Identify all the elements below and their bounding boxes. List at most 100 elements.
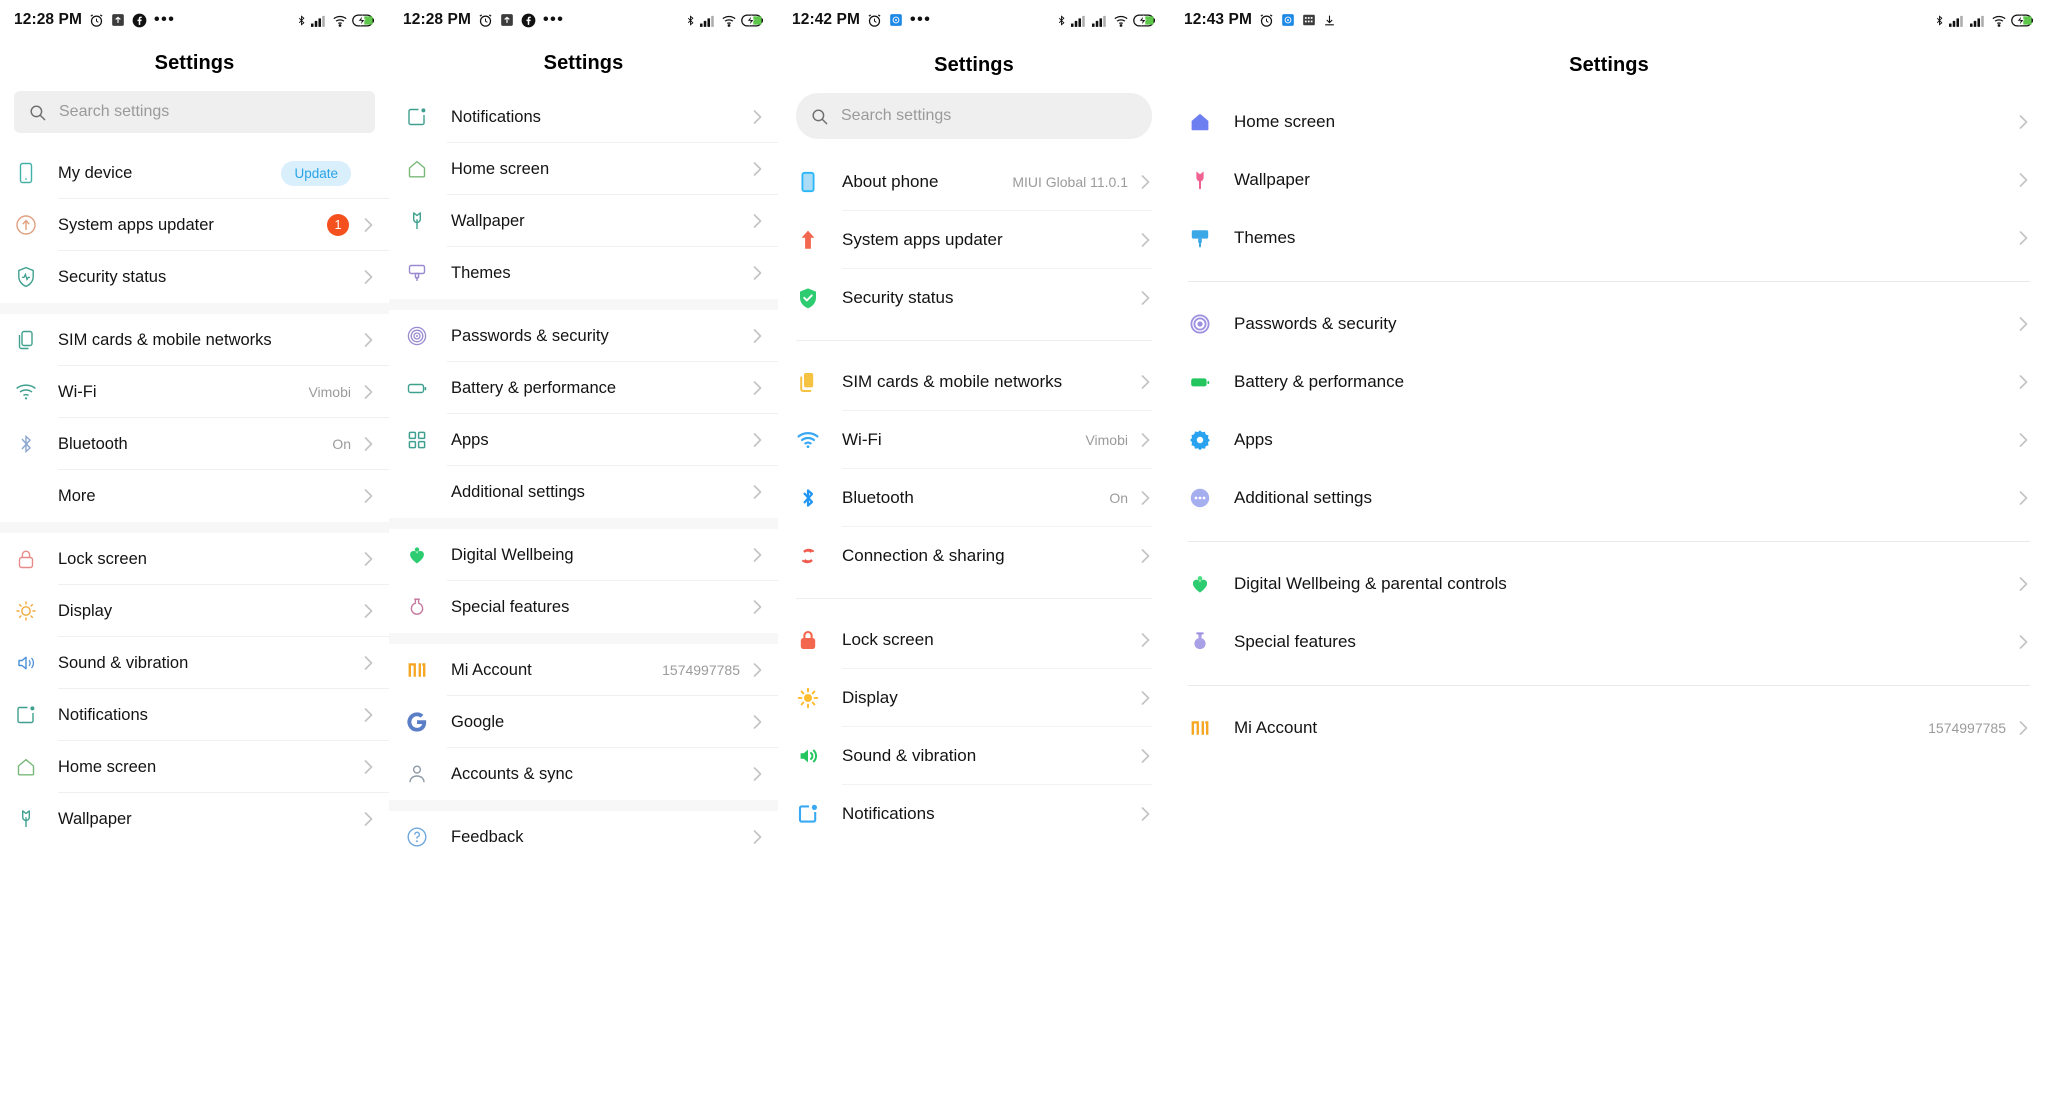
settings-row-apps[interactable]: Apps bbox=[389, 414, 778, 466]
settings-row-display[interactable]: Display bbox=[0, 585, 389, 637]
settings-row-feedback[interactable]: Feedback bbox=[389, 811, 778, 863]
row-label: Notifications bbox=[842, 804, 935, 824]
signal-icon bbox=[1949, 14, 1966, 27]
settings-row-themes[interactable]: Themes bbox=[389, 247, 778, 299]
row-label: Sound & vibration bbox=[842, 746, 977, 766]
settings-row-my-device[interactable]: My device Update bbox=[0, 147, 389, 199]
settings-row-special-features[interactable]: Special features bbox=[1170, 613, 2048, 671]
settings-row-display[interactable]: Display bbox=[778, 669, 1170, 727]
settings-row-wallpaper[interactable]: Wallpaper bbox=[389, 195, 778, 247]
chevron-right-icon bbox=[2016, 171, 2030, 189]
settings-row-digital-wellbeing-parental-controls[interactable]: Digital Wellbeing & parental controls bbox=[1170, 555, 2048, 613]
settings-row-lock-screen[interactable]: Lock screen bbox=[778, 611, 1170, 669]
settings-row-battery-performance[interactable]: Battery & performance bbox=[1170, 353, 2048, 411]
settings-row-accounts-sync[interactable]: Accounts & sync bbox=[389, 748, 778, 800]
lock-red-icon bbox=[796, 628, 842, 652]
settings-row-battery-performance[interactable]: Battery & performance bbox=[389, 362, 778, 414]
settings-row-additional-settings[interactable]: Additional settings bbox=[389, 466, 778, 518]
settings-group: Home screen Wallpaper Themes bbox=[1170, 93, 2048, 267]
settings-group: Passwords & security Battery & performanc… bbox=[1170, 295, 2048, 527]
settings-row-themes[interactable]: Themes bbox=[1170, 209, 2048, 267]
settings-row-about-phone[interactable]: About phone MIUI Global 11.0.1 bbox=[778, 153, 1170, 211]
settings-row-apps[interactable]: Apps bbox=[1170, 411, 2048, 469]
more-dots-icon: ••• bbox=[910, 11, 932, 28]
search-placeholder: Search settings bbox=[841, 107, 952, 124]
status-bar: 12:28 PM ••• bbox=[389, 0, 778, 40]
settings-row-digital-wellbeing[interactable]: Digital Wellbeing bbox=[389, 529, 778, 581]
account-person-icon bbox=[405, 762, 451, 786]
status-right bbox=[1934, 13, 2034, 28]
settings-row-connection-sharing[interactable]: Connection & sharing bbox=[778, 527, 1170, 585]
status-left: 12:28 PM ••• bbox=[14, 11, 296, 29]
settings-row-wallpaper[interactable]: Wallpaper bbox=[1170, 151, 2048, 209]
settings-row-mi-account[interactable]: Mi Account 1574997785 bbox=[1170, 699, 2048, 757]
row-label: Additional settings bbox=[451, 482, 585, 501]
search-input[interactable]: Search settings bbox=[796, 93, 1152, 139]
settings-row-lock-screen[interactable]: Lock screen bbox=[0, 533, 389, 585]
settings-row-notifications[interactable]: Notifications bbox=[0, 689, 389, 741]
search-input[interactable]: Search settings bbox=[14, 91, 375, 133]
settings-row-bluetooth[interactable]: Bluetooth On bbox=[778, 469, 1170, 527]
row-label: Wallpaper bbox=[58, 809, 132, 828]
group-separator bbox=[1170, 671, 2048, 699]
mi-logo-icon bbox=[1188, 716, 1234, 740]
chevron-right-icon bbox=[1138, 689, 1152, 707]
settings-row-notifications[interactable]: Notifications bbox=[389, 91, 778, 143]
home-outline-icon bbox=[14, 755, 58, 779]
chevron-right-icon bbox=[750, 483, 764, 501]
group-separator bbox=[778, 585, 1170, 611]
row-value: Vimobi bbox=[308, 384, 351, 400]
settings-row-home-screen[interactable]: Home screen bbox=[389, 143, 778, 195]
status-time: 12:42 PM bbox=[792, 11, 860, 28]
row-label: Home screen bbox=[451, 159, 550, 178]
display-sun-icon bbox=[14, 599, 58, 623]
signal2-icon bbox=[1970, 14, 1987, 27]
status-time: 12:43 PM bbox=[1184, 11, 1252, 28]
settings-row-home-screen[interactable]: Home screen bbox=[1170, 93, 2048, 151]
settings-row-sim-cards-mobile-networks[interactable]: SIM cards & mobile networks bbox=[778, 353, 1170, 411]
connection-share-icon bbox=[796, 544, 842, 568]
settings-row-wi-fi[interactable]: Wi-Fi Vimobi bbox=[0, 366, 389, 418]
settings-row-sound-vibration[interactable]: Sound & vibration bbox=[0, 637, 389, 689]
row-label: Bluetooth bbox=[58, 434, 128, 453]
settings-row-wallpaper[interactable]: Wallpaper bbox=[0, 793, 389, 845]
row-value: 1574997785 bbox=[662, 662, 740, 678]
update-badge[interactable]: Update bbox=[281, 160, 351, 186]
settings-row-passwords-security[interactable]: Passwords & security bbox=[389, 310, 778, 362]
settings-row-wi-fi[interactable]: Wi-Fi Vimobi bbox=[778, 411, 1170, 469]
settings-row-security-status[interactable]: Security status bbox=[0, 251, 389, 303]
alarm-icon bbox=[867, 13, 882, 28]
settings-row-more[interactable]: More bbox=[0, 470, 389, 522]
settings-row-google[interactable]: Google bbox=[389, 696, 778, 748]
battery-green-icon bbox=[1188, 370, 1234, 394]
settings-row-sound-vibration[interactable]: Sound & vibration bbox=[778, 727, 1170, 785]
alarm-icon bbox=[89, 13, 104, 28]
row-label: More bbox=[58, 486, 96, 505]
settings-row-bluetooth[interactable]: Bluetooth On bbox=[0, 418, 389, 470]
settings-group: SIM cards & mobile networks Wi-Fi Vimobi Bl… bbox=[778, 353, 1170, 585]
row-label: Wi-Fi bbox=[842, 430, 882, 450]
sim-cards-icon bbox=[14, 328, 58, 352]
notification-outline-icon bbox=[405, 105, 451, 129]
calendar-blue-icon bbox=[1281, 13, 1295, 27]
settings-row-notifications[interactable]: Notifications bbox=[778, 785, 1170, 843]
signal2-icon bbox=[1092, 14, 1109, 27]
chevron-right-icon bbox=[2016, 489, 2030, 507]
chevron-right-icon bbox=[361, 216, 375, 234]
wifi-blue-icon bbox=[796, 428, 842, 452]
settings-row-system-apps-updater[interactable]: System apps updater 1 bbox=[0, 199, 389, 251]
settings-row-sim-cards-mobile-networks[interactable]: SIM cards & mobile networks bbox=[0, 314, 389, 366]
settings-row-passwords-security[interactable]: Passwords & security bbox=[1170, 295, 2048, 353]
row-label: System apps updater bbox=[58, 215, 214, 234]
settings-row-system-apps-updater[interactable]: System apps updater bbox=[778, 211, 1170, 269]
sound-green-icon bbox=[796, 744, 842, 768]
row-label: Feedback bbox=[451, 827, 524, 846]
settings-row-security-status[interactable]: Security status bbox=[778, 269, 1170, 327]
settings-row-additional-settings[interactable]: Additional settings bbox=[1170, 469, 2048, 527]
row-label: Additional settings bbox=[1234, 488, 1372, 508]
chevron-right-icon bbox=[750, 264, 764, 282]
settings-row-home-screen[interactable]: Home screen bbox=[0, 741, 389, 793]
settings-row-special-features[interactable]: Special features bbox=[389, 581, 778, 633]
settings-row-mi-account[interactable]: Mi Account 1574997785 bbox=[389, 644, 778, 696]
chevron-right-icon bbox=[2016, 575, 2030, 593]
